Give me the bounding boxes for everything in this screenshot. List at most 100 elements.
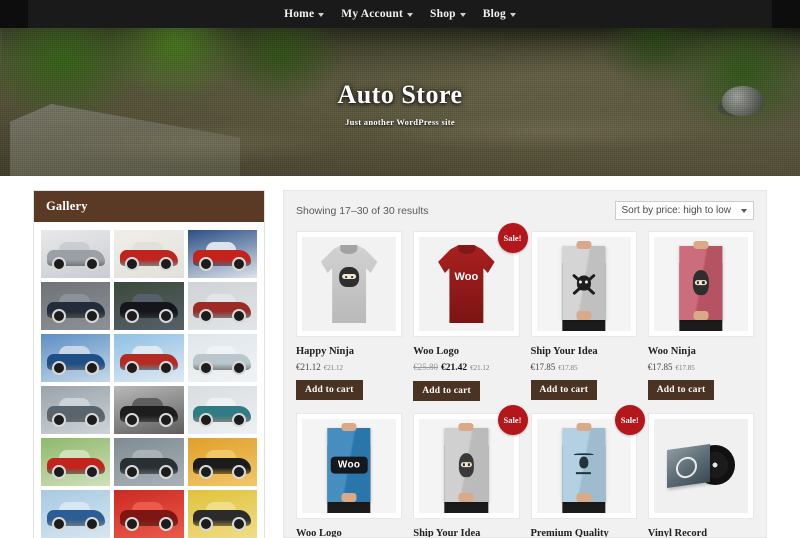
chevron-down-icon[interactable] xyxy=(318,13,325,17)
car-photo xyxy=(114,334,184,382)
product-image-link[interactable] xyxy=(647,231,754,337)
product-grid: Happy Ninja €21.12 €21.12 Add to cart Sale! W… xyxy=(296,223,754,537)
car-photo xyxy=(187,438,257,486)
product-image-link[interactable]: Sale! xyxy=(530,405,645,519)
product-price-block: €17.85 €17.85 xyxy=(531,362,637,372)
car-photo xyxy=(41,490,111,538)
car-photo xyxy=(187,282,257,330)
gallery-thumbnail[interactable] xyxy=(41,386,111,434)
car-photo xyxy=(187,230,257,278)
product-price: €17.85 xyxy=(647,362,673,372)
product-title[interactable]: Ship Your Idea xyxy=(413,528,519,537)
product-title[interactable]: Vinyl Record xyxy=(648,528,754,537)
gallery-thumbnail[interactable] xyxy=(187,438,257,486)
gallery-thumbnail[interactable] xyxy=(114,334,184,382)
nav-item-label: Blog xyxy=(482,8,506,20)
car-photo xyxy=(114,438,184,486)
poster-photo xyxy=(419,419,514,513)
product-card: Sale! Ship Your Idea xyxy=(413,405,528,537)
nav-item-label: My Account xyxy=(341,8,403,20)
car-photo xyxy=(41,230,111,278)
gallery-thumbnail[interactable] xyxy=(187,490,257,538)
nav-item-blog[interactable]: Blog xyxy=(483,8,516,20)
gallery-thumbnail[interactable] xyxy=(41,230,111,278)
add-to-cart-button[interactable]: Add to cart xyxy=(647,380,715,400)
tshirt-graphic: Woo xyxy=(438,244,495,324)
product-image-link[interactable] xyxy=(530,231,637,337)
product-price-secondary: €17.85 xyxy=(675,364,695,372)
chevron-down-icon[interactable] xyxy=(459,13,466,17)
product-card: Happy Ninja €21.12 €21.12 Add to cart xyxy=(296,231,403,401)
product-image-link[interactable] xyxy=(296,231,403,337)
page-body: Gallery Showing 17–30 of 30 results Sort… xyxy=(0,176,800,538)
gallery-thumbnail[interactable] xyxy=(114,282,184,330)
gallery-thumbnail[interactable] xyxy=(187,230,257,278)
product-title[interactable]: Woo Logo xyxy=(296,528,402,537)
car-photo xyxy=(41,282,111,330)
gallery-thumbnail[interactable] xyxy=(114,230,184,278)
product-card: Sale! Woo Woo Logo €25.80 €21.42 €21.12 Add to… xyxy=(413,223,528,401)
top-navigation-bar: Home My Account Shop Blog xyxy=(0,0,800,28)
sale-badge: Sale! xyxy=(497,223,528,253)
add-to-cart-button[interactable]: Add to cart xyxy=(530,380,598,400)
nav-item-shop[interactable]: Shop xyxy=(430,8,466,20)
car-photo xyxy=(114,230,184,278)
product-title[interactable]: Woo Logo xyxy=(413,346,519,357)
gallery-thumbnail[interactable] xyxy=(187,386,257,434)
product-image: Woo xyxy=(419,237,514,331)
product-card: Woo Woo Logo xyxy=(296,413,403,537)
product-title[interactable]: Premium Quality xyxy=(531,528,637,537)
product-card: Sale! Premium Quality xyxy=(530,405,645,537)
gallery-thumbnail[interactable] xyxy=(114,386,184,434)
chevron-down-icon[interactable] xyxy=(509,13,516,17)
sale-badge: Sale! xyxy=(497,405,528,435)
car-photo xyxy=(114,386,184,434)
product-price: €17.85 xyxy=(530,362,556,372)
car-photo xyxy=(41,438,111,486)
nav-item-label: Home xyxy=(284,8,315,20)
product-price-block: €17.85 €17.85 xyxy=(648,362,754,372)
gallery-thumbnail[interactable] xyxy=(114,490,184,538)
product-image xyxy=(536,237,631,331)
product-title[interactable]: Woo Ninja xyxy=(648,346,754,357)
gallery-thumbnail[interactable] xyxy=(187,282,257,330)
gallery-thumbnail[interactable] xyxy=(41,490,111,538)
product-title[interactable]: Happy Ninja xyxy=(296,346,402,357)
product-image xyxy=(653,237,748,331)
product-image-link[interactable]: Sale! xyxy=(413,405,528,519)
shop-toolbar: Showing 17–30 of 30 results Sort by pric… xyxy=(296,201,754,220)
product-card: Woo Ninja €17.85 €17.85 Add to cart xyxy=(647,231,754,401)
vinyl-record-photo xyxy=(653,419,748,513)
shop-main-content: Showing 17–30 of 30 results Sort by pric… xyxy=(283,190,767,538)
nav-item-my-account[interactable]: My Account xyxy=(341,8,413,20)
add-to-cart-button[interactable]: Add to cart xyxy=(413,381,480,401)
product-title[interactable]: Ship Your Idea xyxy=(531,346,637,357)
car-photo xyxy=(41,334,111,382)
gallery-thumbnail[interactable] xyxy=(187,334,257,382)
nav-item-home[interactable]: Home xyxy=(284,8,325,20)
car-photo xyxy=(187,386,257,434)
gallery-thumbnail[interactable] xyxy=(41,334,111,382)
product-image-link[interactable] xyxy=(647,413,754,519)
poster-photo: Woo xyxy=(302,419,397,513)
add-to-cart-button[interactable]: Add to cart xyxy=(296,380,363,400)
sort-by-selected-value: Sort by price: high to low xyxy=(621,205,732,216)
product-image xyxy=(419,419,514,513)
gallery-thumbnail[interactable] xyxy=(41,438,111,486)
product-image-link[interactable]: Woo xyxy=(296,413,403,519)
product-price-secondary: €17.85 xyxy=(558,364,578,372)
gallery-thumbnail[interactable] xyxy=(41,282,111,330)
product-old-price: €25.80 xyxy=(413,362,438,372)
main-menu: Home My Account Shop Blog xyxy=(284,8,516,20)
car-photo xyxy=(187,490,257,538)
chevron-down-icon[interactable] xyxy=(407,13,413,17)
product-image-link[interactable]: Sale! Woo xyxy=(413,223,528,337)
tshirt-graphic xyxy=(320,244,378,324)
gallery-thumbnail[interactable] xyxy=(114,438,184,486)
site-title[interactable]: Auto Store xyxy=(0,80,800,110)
product-image xyxy=(653,419,748,513)
product-price-secondary: €21.12 xyxy=(470,364,490,372)
product-price: €21.12 xyxy=(296,362,321,372)
product-card: Vinyl Record xyxy=(647,413,754,537)
sort-by-select[interactable]: Sort by price: high to low xyxy=(614,201,754,220)
